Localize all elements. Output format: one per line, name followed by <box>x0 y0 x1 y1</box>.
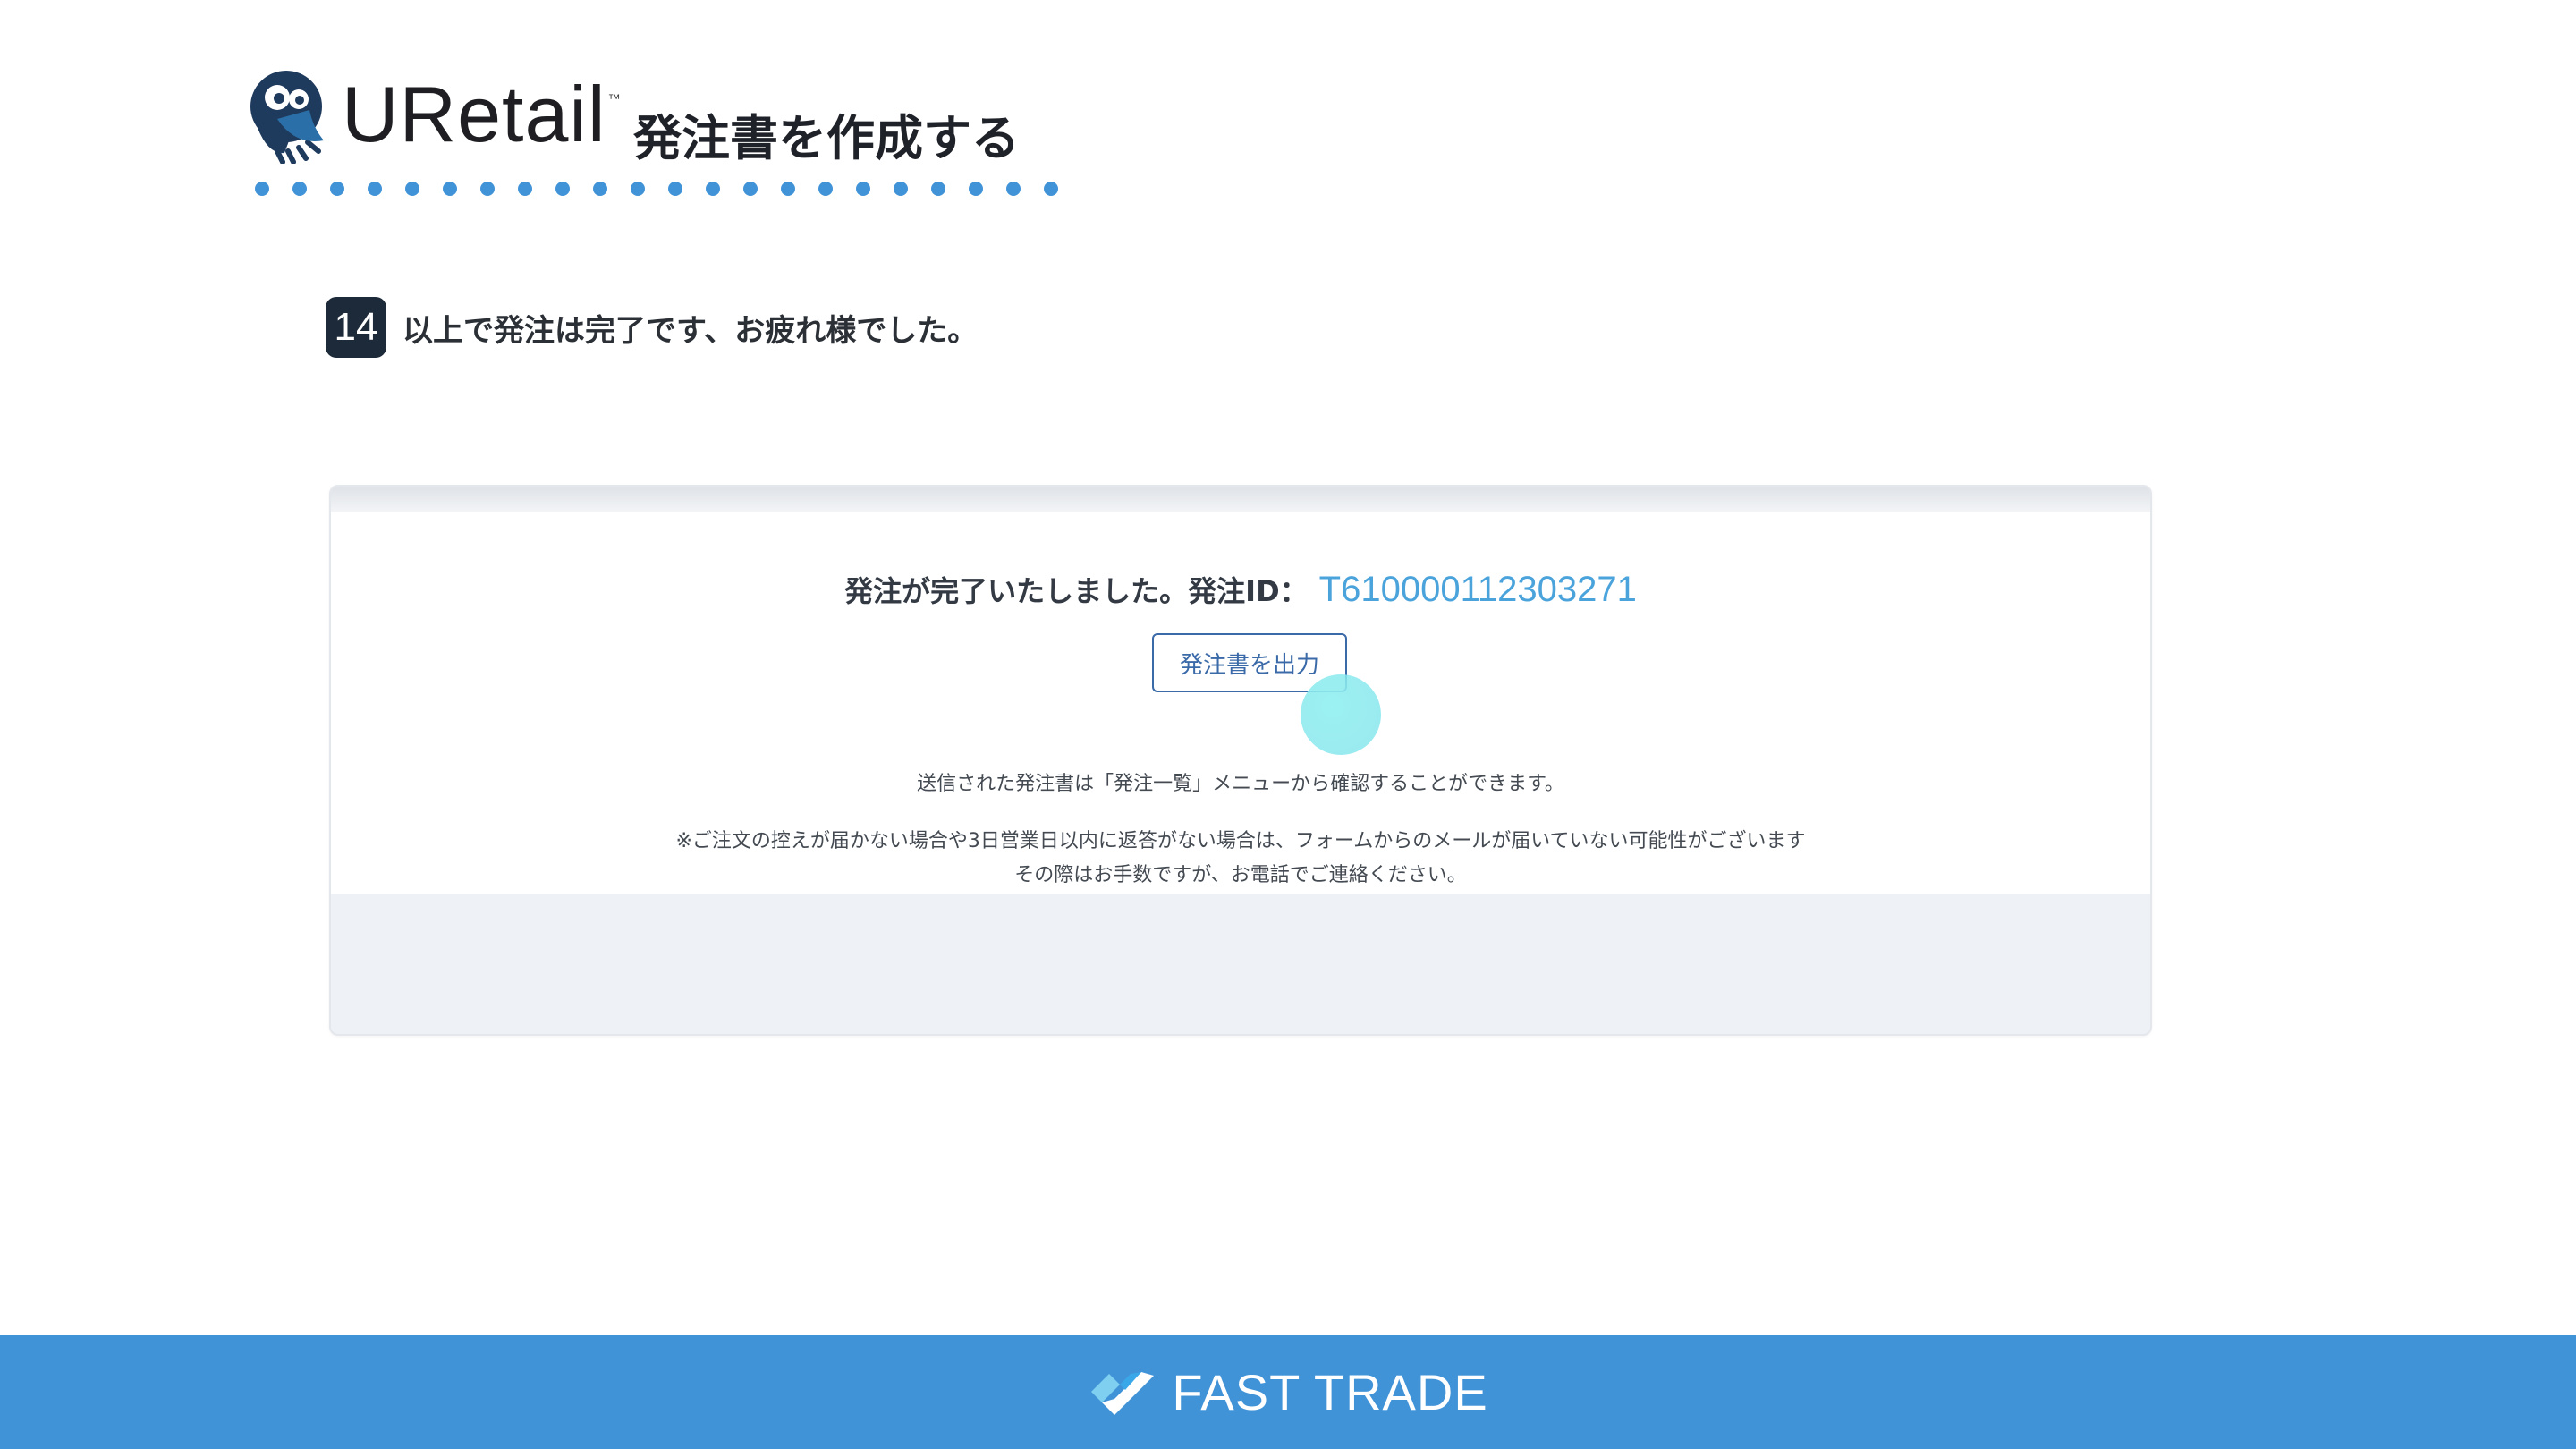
logo-text: URetail <box>342 70 606 158</box>
order-complete-screen: 発注が完了いたしました。発注ID： T610000112303271 発注書を出力… <box>329 485 2152 1036</box>
contact-notice: ※ご注文の控えが届かない場合や3日営業日以内に返答がない場合は、フォームからのメ… <box>331 825 2150 893</box>
order-list-info: 送信された発注書は「発注一覧」メニューから確認することができます。 <box>917 773 1564 795</box>
completion-message: 発注が完了いたしました。発注ID： T610000112303271 <box>331 569 2150 610</box>
footer-brand: FAST TRADE <box>1172 1363 1488 1420</box>
step-row: 14 以上で発注は完了です、お疲れ様でした。 <box>326 297 978 358</box>
notice-line-1: ※ご注文の控えが届かない場合や3日営業日以内に返答がない場合は、フォームからのメ… <box>675 830 1806 852</box>
fast-trade-mark-icon <box>1091 1372 1155 1415</box>
completion-panel: 発注が完了いたしました。発注ID： T610000112303271 発注書を出力… <box>331 512 2150 894</box>
notice-line-2: その際はお手数ですが、お電話でご連絡ください。 <box>1014 864 1467 886</box>
trademark-mark: ™ <box>607 91 621 106</box>
step-number-badge: 14 <box>326 297 386 358</box>
click-indicator-icon <box>1301 674 1381 755</box>
step-instruction: 以上で発注は完了です、お疲れ様でした。 <box>402 312 979 349</box>
fast-trade-logo: FAST TRADE <box>1088 1363 1487 1421</box>
uretail-mascot-icon <box>250 71 324 164</box>
footer-bar: FAST TRADE <box>0 1335 2576 1449</box>
dotted-divider <box>255 182 1058 196</box>
page-title: 発注書を作成する <box>633 110 1020 166</box>
completion-label: 発注が完了いたしました。発注ID： <box>844 574 1309 608</box>
screen-top-bar <box>331 487 2150 512</box>
order-id: T610000112303271 <box>1318 570 1637 609</box>
uretail-logo: URetail ™ <box>242 61 621 168</box>
tutorial-page: URetail ™ 発注書を作成する 14 以上で発注は完了です、お疲れ様でした… <box>0 0 2576 1449</box>
